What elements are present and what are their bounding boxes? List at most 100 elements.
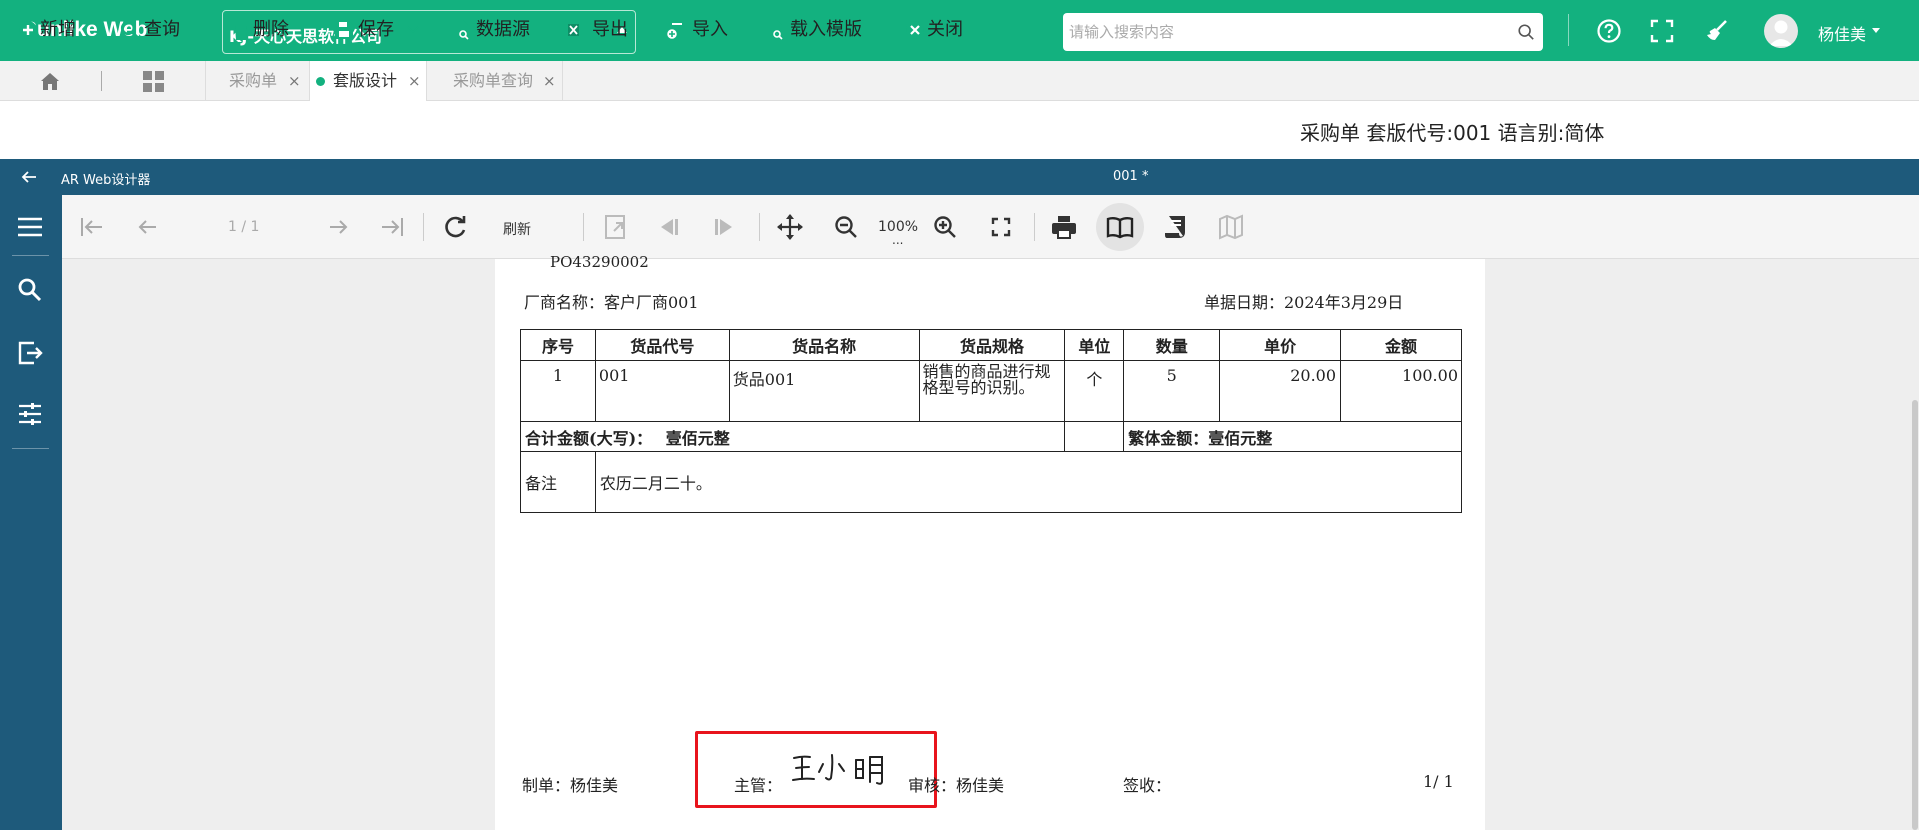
viewer-toolbar: 1 / 1 刷新 100% ... [62,195,1919,259]
page-number: 1/ 1 [1423,772,1454,791]
total-upper-value: 壹佰元整 [665,428,730,448]
search-icon[interactable] [16,276,44,304]
toolbar-separator [583,213,584,241]
save-button[interactable]: 保存 [334,18,424,42]
export-icon[interactable] [16,339,44,367]
load-template-button[interactable]: 载入模版 [765,18,865,42]
close-button[interactable]: 关闭 [905,18,975,42]
menu-icon[interactable] [16,213,44,241]
zoom-more[interactable]: ... [892,233,903,247]
cell-seq: 1 [520,360,596,422]
cell-price: 20.00 [1219,360,1342,422]
tab-purchase-order[interactable]: 采购单 × [206,61,309,101]
cell-name: 货品001 [728,360,920,422]
cell-code: 001 [594,360,730,422]
manager-label: 主管： [734,776,783,795]
caret-down-icon[interactable] [1872,28,1880,33]
tab-purchase-query[interactable]: 采购单查询 × [427,61,562,101]
total-upper-cell: 合计金额(大写)： 壹佰元整 [519,421,1066,452]
search-input[interactable] [1069,21,1499,43]
new-button[interactable]: 新增 [18,18,88,42]
excel-export-icon [568,21,587,39]
back-arrow-icon[interactable] [20,169,38,185]
search-icon [120,20,140,40]
close-circle-icon [906,21,924,39]
order-items-table: 序号 货品代号 货品名称 货品规格 单位 数量 单价 金额 1 001 货品00… [519,329,1463,513]
sidebar-divider [12,448,49,449]
print-icon[interactable] [1050,213,1078,241]
previous-page-icon[interactable] [134,213,162,241]
book-open-icon[interactable] [1106,213,1134,241]
user-avatar-icon[interactable] [1764,14,1798,48]
manager-signature [792,754,883,785]
action-toolbar [0,101,1919,159]
table-row: 1 001 货品001 销售的商品进行规格型号的识别。 个 5 20.00 10… [520,360,1462,422]
document-info: 采购单 套版代号:001 语言别:简体 [1300,121,1605,145]
datasource-button[interactable]: 数据源 [451,18,541,42]
exit-parent-report-icon[interactable] [602,213,630,241]
order-number: PO43290002 [550,253,649,271]
import-button[interactable]: 导入 [666,18,736,42]
plus-circle-icon [19,21,37,39]
cell-spec: 销售的商品进行规格型号的识别。 [918,360,1066,422]
tab-template-design[interactable]: 套版设计 × [310,61,426,101]
total-empty-cell [1064,421,1125,452]
load-template-label: 载入模版 [790,19,862,40]
cell-amount: 100.00 [1340,360,1462,422]
sliders-icon[interactable] [16,400,44,428]
tabs-bar: 采购单 × 套版设计 × 采购单查询 × [0,61,1919,101]
zoom-in-icon[interactable] [931,213,959,241]
last-page-icon[interactable] [378,213,406,241]
document-search-icon [453,20,469,40]
maker-field: 制单：杨佳美 [522,776,619,795]
refresh-label[interactable]: 刷新 [503,219,531,239]
user-name[interactable]: 杨佳美 [1818,21,1866,45]
cell-qty: 5 [1123,360,1221,422]
fit-page-icon[interactable] [987,213,1015,241]
import-icon [666,20,684,40]
query-label: 查询 [144,19,180,40]
map-icon[interactable] [1217,213,1245,241]
delete-button[interactable]: 删除 [231,18,301,42]
document-load-icon [767,20,783,40]
pan-move-icon[interactable] [776,213,804,241]
active-dot-icon [316,77,325,86]
total-trad-label: 繁体金额： [1128,428,1209,448]
backward-icon[interactable] [655,213,683,241]
close-icon[interactable]: × [288,61,301,101]
home-icon[interactable] [39,70,61,92]
broom-icon[interactable] [1704,18,1730,44]
search-icon[interactable] [1517,23,1535,41]
chevron-down-icon[interactable] [406,24,420,36]
designer-header: AR Web设计器 001 * [0,159,1919,195]
close-icon[interactable]: × [543,61,556,101]
tab-label: 套版设计 [333,71,398,90]
zoom-out-icon[interactable] [832,213,860,241]
page-indicator[interactable]: 1 / 1 [228,219,259,235]
export-button[interactable]: 导出 [568,18,638,42]
query-button[interactable]: 查询 [120,18,190,42]
next-page-icon[interactable] [324,213,352,241]
search-box[interactable] [1063,13,1543,51]
col-name-header: 货品名称 [728,329,920,361]
refresh-icon[interactable] [442,213,470,241]
help-circle-icon[interactable] [1596,18,1622,44]
forward-icon[interactable] [710,213,738,241]
vendor-name: 厂商名称：客户厂商001 [524,293,699,312]
new-label: 新增 [40,19,76,40]
fullscreen-icon[interactable] [1649,18,1675,44]
designer-document-name: 001 * [1113,169,1149,184]
receiver-field: 签收： [1123,776,1172,795]
tab-label: 采购单 [229,71,278,90]
close-icon[interactable]: × [408,61,421,101]
col-seq-header: 序号 [520,329,596,361]
first-page-icon[interactable] [78,213,106,241]
top-bar-divider [1568,14,1569,46]
toolbar-separator [423,213,424,241]
import-label: 导入 [692,19,728,40]
scroll-document-icon[interactable] [1162,213,1190,241]
document-date: 单据日期：2024年3月29日 [1204,293,1404,312]
canvas-scrollbar[interactable] [1912,400,1918,830]
apps-grid-icon[interactable] [143,71,164,92]
floppy-disk-icon [335,21,353,39]
